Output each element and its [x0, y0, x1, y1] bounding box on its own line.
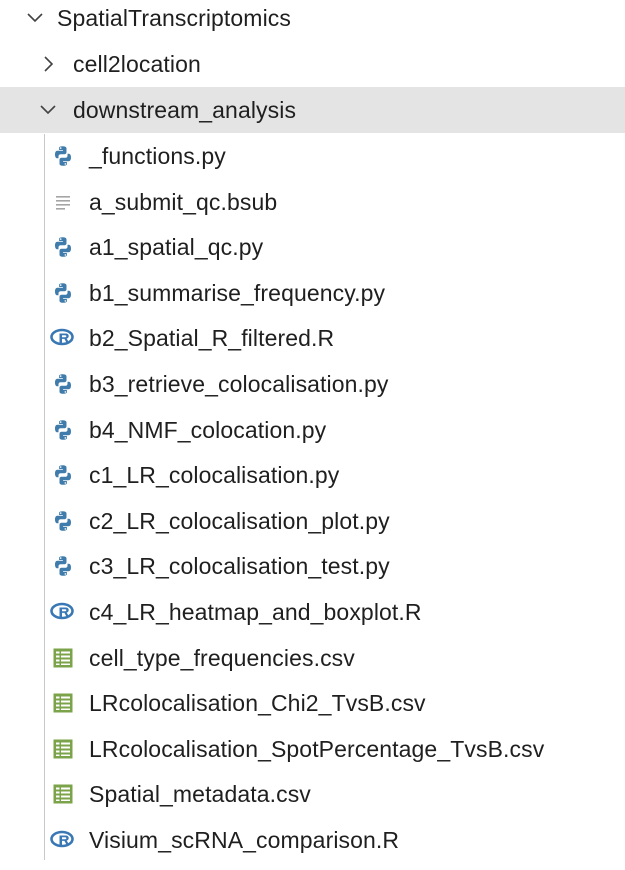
tree-item-file[interactable]: a1_spatial_qc.py — [0, 224, 625, 270]
csv-icon — [50, 690, 76, 716]
tree-item-label: c2_LR_colocalisation_plot.py — [89, 507, 390, 534]
python-icon — [50, 508, 76, 534]
python-icon — [50, 371, 76, 397]
tree-item-label: a1_spatial_qc.py — [89, 234, 264, 261]
tree-item-file[interactable]: Spatial_metadata.csv — [0, 771, 625, 817]
tree-item-label: _functions.py — [89, 143, 226, 169]
tree-item-file[interactable]: b4_NMF_colocation.py — [0, 407, 625, 453]
tree-item-label: c4_LR_heatmap_and_boxplot.R — [89, 599, 422, 625]
tree-item-file[interactable]: _functions.py — [0, 133, 625, 179]
python-icon — [50, 462, 76, 488]
tree-item-folder-downstream-analysis[interactable]: downstream_analysis — [0, 87, 625, 133]
text-file-icon — [50, 189, 76, 215]
tree-item-file[interactable]: b3_retrieve_colocalisation.py — [0, 361, 625, 407]
tree-item-label: b2_Spatial_R_filtered.R — [89, 325, 335, 352]
csv-icon — [50, 781, 76, 807]
tree-item-label: b4_NMF_colocation.py — [89, 416, 327, 443]
r-icon — [50, 599, 76, 625]
tree-item-label: LRcolocalisation_Chi2_TvsB.csv — [89, 690, 426, 717]
python-icon — [50, 280, 76, 306]
file-explorer-tree: SpatialTranscriptomics cell2location dow… — [0, 0, 625, 870]
tree-item-file[interactable]: b2_Spatial_R_filtered.R — [0, 315, 625, 361]
tree-item-file[interactable]: c4_LR_heatmap_and_boxplot.R — [0, 589, 625, 635]
tree-item-file[interactable]: c3_LR_colocalisation_test.py — [0, 543, 625, 589]
tree-item-label: SpatialTranscriptomics — [57, 5, 291, 31]
tree-item-folder-cell2location[interactable]: cell2location — [0, 41, 625, 87]
tree-item-file[interactable]: LRcolocalisation_SpotPercentage_TvsB.csv — [0, 726, 625, 772]
tree-item-label: cell2location — [73, 51, 201, 77]
r-icon — [50, 827, 76, 853]
csv-icon — [50, 736, 76, 762]
chevron-down-icon — [36, 98, 60, 122]
tree-item-label: cell_type_frequencies.csv — [89, 644, 355, 671]
tree-item-label: Spatial_metadata.csv — [89, 781, 311, 808]
tree-item-file[interactable]: LRcolocalisation_Chi2_TvsB.csv — [0, 680, 625, 726]
tree-item-file[interactable]: cell_type_frequencies.csv — [0, 635, 625, 681]
tree-item-label: b1_summarise_frequency.py — [89, 279, 386, 306]
tree-item-label: downstream_analysis — [73, 97, 297, 123]
tree-item-root-folder[interactable]: SpatialTranscriptomics — [0, 0, 625, 41]
tree-item-label: LRcolocalisation_SpotPercentage_TvsB.csv — [89, 735, 545, 762]
python-icon — [50, 417, 76, 443]
tree-item-label: c1_LR_colocalisation.py — [89, 462, 340, 489]
tree-item-label: Visium_scRNA_comparison.R — [89, 827, 400, 853]
tree-item-label: a_submit_qc.bsub — [89, 188, 278, 215]
python-icon — [50, 553, 76, 579]
tree-item-label: c3_LR_colocalisation_test.py — [89, 553, 390, 580]
tree-item-label: b3_retrieve_colocalisation.py — [89, 371, 389, 397]
chevron-right-icon — [36, 52, 60, 76]
tree-item-file[interactable]: Visium_scRNA_comparison.R — [0, 817, 625, 863]
r-icon — [50, 325, 76, 351]
tree-item-file[interactable]: c1_LR_colocalisation.py — [0, 452, 625, 498]
tree-item-file[interactable]: c2_LR_colocalisation_plot.py — [0, 498, 625, 544]
csv-icon — [50, 645, 76, 671]
tree-item-file[interactable]: b1_summarise_frequency.py — [0, 270, 625, 316]
python-icon — [50, 234, 76, 260]
chevron-down-icon — [23, 6, 47, 30]
tree-item-file[interactable]: a_submit_qc.bsub — [0, 179, 625, 225]
python-icon — [50, 143, 76, 169]
